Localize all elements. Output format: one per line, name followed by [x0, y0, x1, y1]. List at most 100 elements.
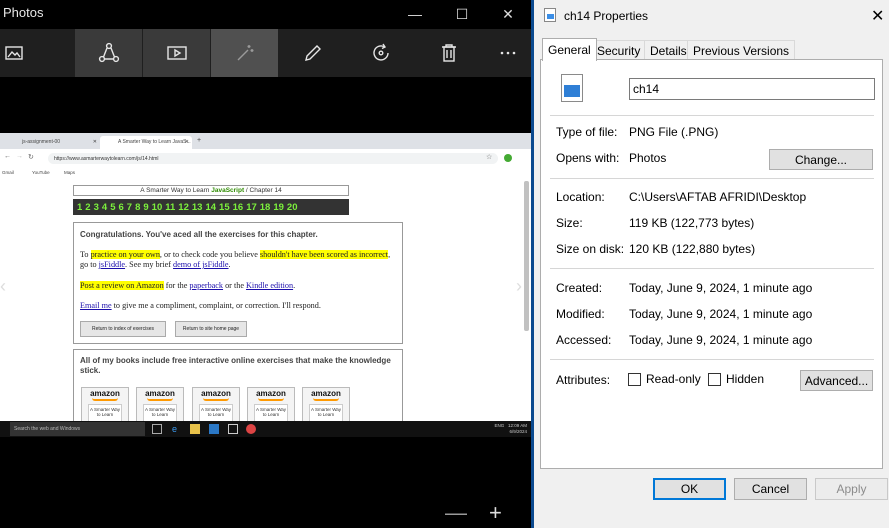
bookmark-gmail: Gmail — [2, 170, 14, 175]
book-cover: amazon A Smarter Way to Learn — [136, 387, 184, 421]
type-label: Type of file: — [556, 125, 618, 139]
chapter-number: 17 — [246, 201, 257, 213]
chapter-number-bar: 1 2 3 4 5 6 7 8 9 10 11 12 13 14 15 16 17 18 19 20 — [73, 199, 349, 215]
rotate-button[interactable] — [347, 29, 414, 77]
opens-with-label: Opens with: — [556, 151, 620, 165]
properties-dialog: ch14 Properties ✕ General Security Detai… — [534, 0, 889, 528]
slideshow-button[interactable] — [143, 29, 210, 77]
chapter-number: 7 — [126, 201, 133, 213]
enhance-button[interactable] — [211, 29, 278, 77]
size-on-disk-label: Size on disk: — [556, 242, 625, 256]
chapter-number: 12 — [178, 201, 189, 213]
site-header-suffix: / Chapter 14 — [244, 187, 282, 194]
size-on-disk-value: 120 KB (122,880 bytes) — [629, 242, 756, 256]
book-cover: amazon A Smarter Way to Learn — [192, 387, 240, 421]
site-header-prefix: A Smarter Way to Learn — [140, 187, 212, 194]
chapter-number: 11 — [165, 201, 176, 213]
advanced-button[interactable]: Advanced... — [800, 370, 873, 391]
tab-security[interactable]: Security — [591, 40, 647, 60]
system-tray: ENG 12:09 AM 6/9/2024 — [494, 423, 527, 435]
zoom-out-button[interactable]: — — [445, 502, 467, 524]
readonly-label: Read-only — [646, 372, 701, 386]
next-arrow-icon[interactable]: › — [516, 276, 522, 297]
vscode-icon — [209, 424, 219, 434]
rotate-icon — [372, 43, 389, 61]
photos-title: Photos — [3, 5, 44, 20]
browser-toolbar: ← → ↻ https://www.asmarterwaytolearn.com… — [0, 149, 531, 168]
view-collection-button[interactable] — [0, 29, 47, 77]
browser-tab-active: A Smarter Way to Learn JavaS... ✕ — [100, 136, 192, 149]
attributes-label: Attributes: — [556, 373, 611, 387]
browser-tab-strip: js-assignment-00 ✕ A Smarter Way to Learn… — [0, 133, 531, 149]
review-paragraph: Post a review on Amazon for the paperbac… — [80, 281, 296, 290]
separator — [550, 268, 874, 269]
minimize-button[interactable]: — — [392, 0, 438, 28]
cancel-button[interactable]: Cancel — [734, 478, 807, 500]
created-value: Today, June 9, 2024, 1 minute ago — [629, 281, 813, 295]
apply-button[interactable]: Apply — [815, 478, 888, 500]
store-icon — [228, 424, 238, 434]
hidden-checkbox[interactable]: Hidden — [708, 372, 764, 386]
size-label: Size: — [556, 216, 583, 230]
taskbar-search: Search the web and Windows — [10, 422, 145, 436]
browser-tab-label: A Smarter Way to Learn JavaS... — [118, 139, 191, 145]
reload-icon: ↻ — [28, 154, 34, 161]
slideshow-icon — [166, 46, 187, 60]
chapter-number: 4 — [101, 201, 108, 213]
site-header-js: JavaScript — [211, 187, 245, 194]
separator — [550, 359, 874, 360]
chapter-number: 2 — [85, 201, 91, 213]
page-scrollbar — [524, 181, 529, 331]
change-button[interactable]: Change... — [769, 149, 873, 170]
general-panel: ch14 Type of file: PNG File (.PNG) Opens… — [540, 59, 883, 469]
chapter-number: 3 — [93, 201, 99, 213]
size-value: 119 KB (122,773 bytes) — [629, 216, 755, 230]
modified-label: Modified: — [556, 307, 605, 321]
previous-arrow-icon[interactable]: ‹ — [0, 276, 6, 297]
tab-general[interactable]: General — [542, 38, 597, 61]
close-icon: ✕ — [92, 139, 97, 145]
more-icon — [500, 51, 515, 55]
tab-details[interactable]: Details — [644, 40, 693, 60]
book-cover: amazon A Smarter Way to Learn — [302, 387, 350, 421]
congrats-heading: Congratulations. You've aced all the exe… — [80, 230, 318, 239]
avatar — [504, 154, 512, 162]
png-file-icon — [561, 74, 583, 102]
zoom-in-button[interactable]: + — [489, 502, 502, 524]
star-icon: ☆ — [486, 154, 493, 161]
books-text: All of my books include free interactive… — [80, 356, 391, 375]
dialog-close-button[interactable]: ✕ — [871, 6, 884, 26]
edit-button[interactable] — [279, 29, 346, 77]
chapter-number: 15 — [219, 201, 230, 213]
share-button[interactable] — [75, 29, 142, 77]
checkbox-box[interactable] — [708, 372, 721, 386]
pencil-icon — [304, 45, 321, 61]
delete-button[interactable] — [415, 29, 482, 77]
maximize-button[interactable]: ☐ — [439, 0, 485, 28]
photos-window: Photos — ☐ ✕ js-assignment-00 ✕ A Smarte… — [0, 0, 531, 528]
chapter-number: 18 — [259, 201, 271, 213]
site-header: A Smarter Way to Learn JavaScript / Chap… — [73, 185, 349, 196]
ok-button[interactable]: OK — [653, 478, 726, 500]
chapter-number: 1 — [77, 201, 83, 213]
checkbox-box[interactable] — [628, 372, 641, 386]
browser-tab-label: js-assignment-00 — [22, 139, 61, 145]
task-view-icon — [152, 424, 162, 434]
book-cover: amazon A Smarter Way to Learn — [81, 387, 129, 421]
modified-value: Today, June 9, 2024, 1 minute ago — [629, 307, 813, 321]
close-button[interactable]: ✕ — [485, 0, 531, 28]
accessed-value: Today, June 9, 2024, 1 minute ago — [629, 333, 813, 347]
chapter-number: 9 — [143, 201, 149, 213]
dialog-title: ch14 Properties — [564, 9, 649, 23]
file-name-input[interactable]: ch14 — [629, 78, 875, 100]
chapter-number: 16 — [232, 201, 244, 213]
book-cover: amazon A Smarter Way to Learn — [247, 387, 295, 421]
location-label: Location: — [556, 190, 605, 204]
readonly-checkbox[interactable]: Read-only — [628, 372, 701, 386]
separator — [550, 115, 874, 116]
new-tab-icon: + — [197, 137, 202, 144]
chapter-number: 20 — [286, 201, 298, 213]
completion-box: Congratulations. You've aced all the exe… — [73, 222, 403, 344]
tab-previous-versions[interactable]: Previous Versions — [687, 40, 796, 60]
chrome-icon — [246, 424, 256, 434]
